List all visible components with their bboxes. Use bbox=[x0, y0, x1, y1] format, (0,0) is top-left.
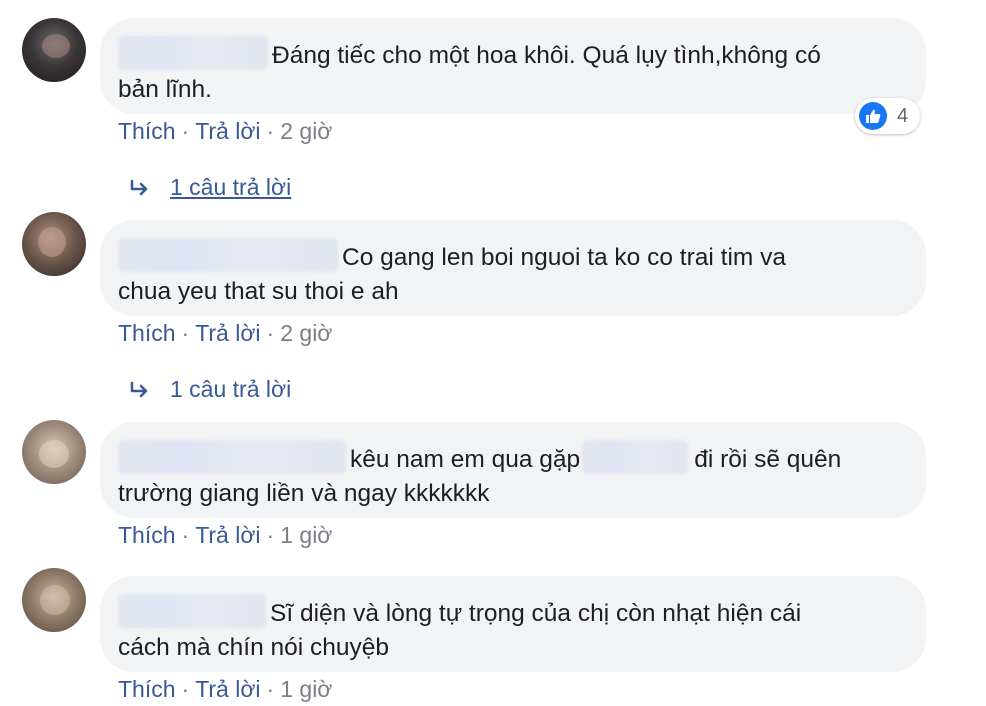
comment-text-line2: chua yeu that su thoi e ah bbox=[118, 278, 399, 305]
comment-actions: Thích · Trả lời · 1 giờ bbox=[118, 676, 332, 703]
comment-thread: Đáng tiếc cho một hoa khôi. Quá lụy tình… bbox=[0, 0, 986, 706]
reply-link[interactable]: Trả lời bbox=[195, 676, 260, 702]
blurred-author-name[interactable] bbox=[118, 594, 266, 628]
comment-bubble: Co gang len boi nguoi ta ko co trai tim … bbox=[100, 220, 926, 316]
avatar[interactable] bbox=[22, 420, 86, 484]
comment-time[interactable]: 2 giờ bbox=[280, 320, 332, 346]
blurred-author-name[interactable] bbox=[118, 36, 268, 70]
like-link[interactable]: Thích bbox=[118, 320, 176, 346]
comment-text-line2: trường giang liền và ngay kkkkkkk bbox=[118, 480, 490, 507]
view-replies-link[interactable]: 1 câu trả lời bbox=[128, 174, 291, 201]
reply-arrow-icon bbox=[130, 179, 148, 196]
reply-link[interactable]: Trả lời bbox=[195, 320, 260, 346]
blurred-author-name[interactable] bbox=[118, 238, 338, 272]
thumbs-up-icon bbox=[859, 102, 887, 130]
separator-dot: · bbox=[181, 676, 190, 702]
like-link[interactable]: Thích bbox=[118, 118, 176, 144]
comment-bubble: kêu nam em qua gặp đi rồi sẽ quên trường … bbox=[100, 422, 926, 518]
reply-link[interactable]: Trả lời bbox=[195, 118, 260, 144]
blurred-author-name[interactable] bbox=[118, 440, 346, 474]
comment-text-line2: bản lĩnh. bbox=[118, 76, 212, 103]
replies-count-label[interactable]: 1 câu trả lời bbox=[170, 376, 291, 402]
comment-bubble: Đáng tiếc cho một hoa khôi. Quá lụy tình… bbox=[100, 18, 926, 114]
separator-dot: · bbox=[181, 522, 190, 548]
separator-dot: · bbox=[266, 522, 275, 548]
comment-text-part2: đi rồi sẽ quên bbox=[694, 446, 842, 473]
reaction-badge[interactable]: 4 bbox=[855, 98, 921, 134]
separator-dot: · bbox=[181, 118, 190, 144]
comment-time[interactable]: 2 giờ bbox=[280, 118, 332, 144]
comment-text-line1: Đáng tiếc cho một hoa khôi. Quá lụy tình… bbox=[272, 42, 821, 69]
reaction-count: 4 bbox=[897, 104, 909, 127]
comment-text-part1: kêu nam em qua gặp bbox=[350, 446, 581, 473]
comment-time[interactable]: 1 giờ bbox=[280, 676, 332, 702]
avatar[interactable] bbox=[22, 568, 86, 632]
replies-count-label[interactable]: 1 câu trả lời bbox=[170, 174, 291, 200]
comment-bubble: Sĩ diện và lòng tự trọng của chị còn nhạ… bbox=[100, 576, 926, 672]
comment-actions: Thích · Trả lời · 2 giờ bbox=[118, 320, 332, 347]
separator-dot: · bbox=[266, 676, 275, 702]
separator-dot: · bbox=[266, 118, 275, 144]
comment-text-line2: cách mà chín nói chuyệb bbox=[118, 634, 390, 661]
avatar[interactable] bbox=[22, 18, 86, 82]
comment-actions: Thích · Trả lời · 1 giờ bbox=[118, 522, 332, 549]
comment-text-line1: Co gang len boi nguoi ta ko co trai tim … bbox=[342, 244, 786, 271]
comment-time[interactable]: 1 giờ bbox=[280, 522, 332, 548]
like-link[interactable]: Thích bbox=[118, 676, 176, 702]
separator-dot: · bbox=[181, 320, 190, 346]
reply-arrow-icon bbox=[130, 381, 148, 398]
separator-dot: · bbox=[266, 320, 275, 346]
blurred-mentioned-name[interactable] bbox=[582, 440, 689, 474]
like-link[interactable]: Thích bbox=[118, 522, 176, 548]
avatar[interactable] bbox=[22, 212, 86, 276]
view-replies-link[interactable]: 1 câu trả lời bbox=[128, 376, 291, 403]
comment-text-line1: Sĩ diện và lòng tự trọng của chị còn nhạ… bbox=[270, 600, 802, 627]
comment-actions: Thích · Trả lời · 2 giờ bbox=[118, 118, 332, 145]
reply-link[interactable]: Trả lời bbox=[195, 522, 260, 548]
